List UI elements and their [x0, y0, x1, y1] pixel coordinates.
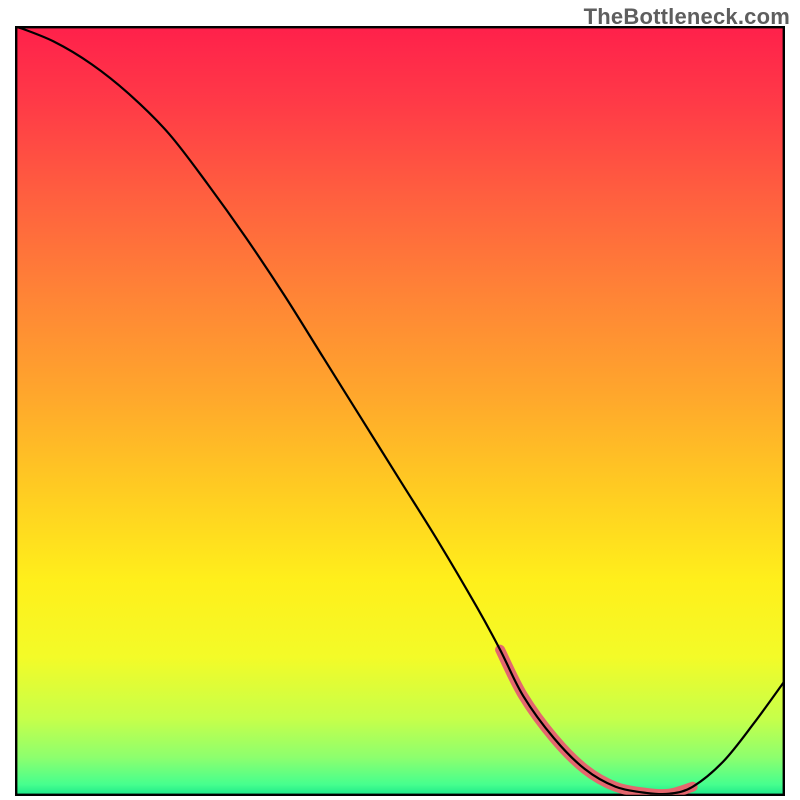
chart-container: TheBottleneck.com: [0, 0, 800, 800]
watermark-text: TheBottleneck.com: [584, 4, 790, 30]
bottleneck-chart: [15, 26, 785, 796]
chart-background: [15, 26, 785, 796]
